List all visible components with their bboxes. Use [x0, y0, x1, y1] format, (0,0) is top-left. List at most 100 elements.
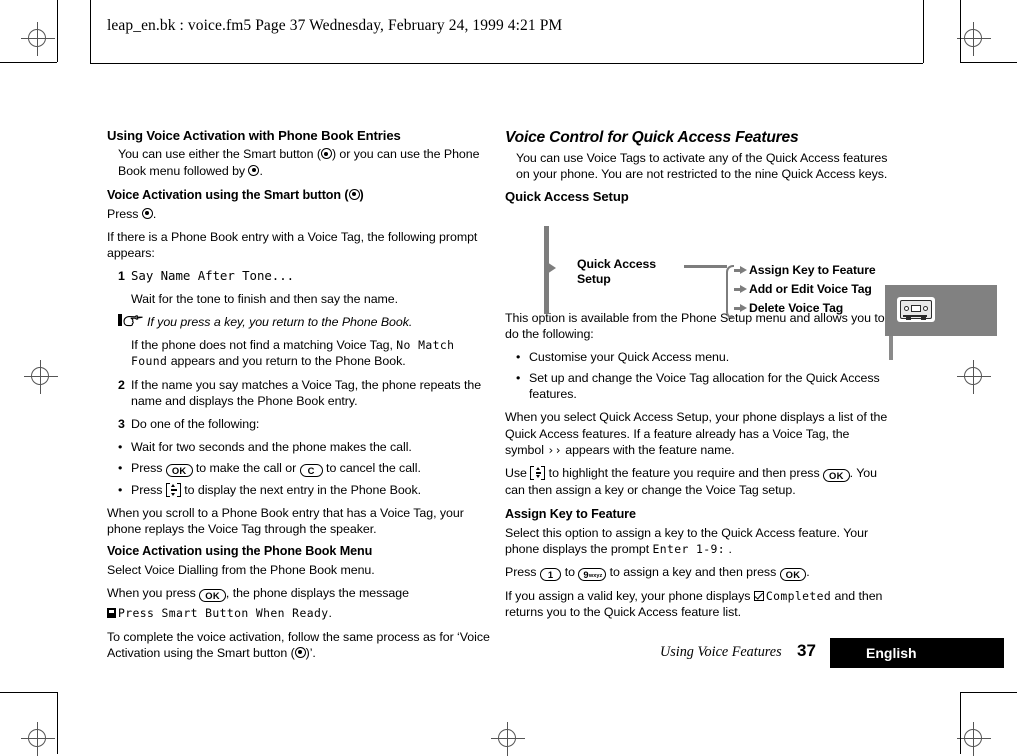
bullet-voice-tag-allocation: • Set up and change the Voice Tag alloca… [516, 370, 890, 402]
heading-using-voice-activation: Using Voice Activation with Phone Book E… [107, 128, 401, 143]
pointing-hand-icon [118, 314, 144, 327]
ok-key-icon: OK [199, 589, 226, 603]
subheading-quick-access-setup: Quick Access Setup [505, 189, 629, 205]
paragraph-intro: You can use either the Smart button () o… [118, 146, 492, 178]
scroll-key-icon [165, 483, 181, 498]
nomatch-text-2: appears and you return to the Phone Book… [167, 354, 406, 369]
bullet-dot: • [118, 461, 123, 476]
press-end: . [806, 564, 810, 579]
subheading-phone-book-menu: Voice Activation using the Phone Book Me… [107, 544, 373, 559]
bullet-dot: • [516, 371, 521, 386]
assign-text-2: . [725, 541, 732, 556]
smart-button-icon [294, 646, 306, 658]
menu-press-pre: When you press [107, 586, 200, 601]
lcd-enter-1-9: Enter 1-9: [652, 541, 726, 556]
cassette-icon-frame [897, 297, 935, 322]
quick-access-setup-diagram: Quick Access Setup Assign Key to Feature… [544, 226, 904, 322]
paragraph-voice-tags-intro: You can use Voice Tags to activate any o… [516, 151, 888, 182]
key-1-icon: 1 [539, 567, 562, 581]
registration-mark-mid-right [957, 360, 991, 394]
step-3-body: Do one of the following: [131, 416, 260, 431]
smart-button-icon [248, 164, 260, 176]
paragraph-prompt-intro: If there is a Phone Book entry with a Vo… [107, 229, 478, 260]
paragraph-use-scroll-key: Use to highlight the feature you require… [505, 465, 890, 498]
crop-line-top-right-h [960, 62, 1017, 63]
crop-line-top-left-h [0, 62, 57, 63]
crop-line-bottom-right-h [960, 692, 1017, 693]
crop-line-bottom-left-h [0, 692, 57, 693]
footer-section-title: Using Voice Features [660, 644, 782, 660]
paragraph-valid-key-completed: If you assign a valid key, your phone di… [505, 588, 890, 620]
diagram-item-delete-voice-tag: Delete Voice Tag [749, 301, 844, 315]
crop-line-right-v2 [960, 692, 961, 754]
diagram-arrow-icon [740, 304, 747, 312]
bullet-press-ok-or-c: • Press OK to make the call or C to canc… [118, 460, 492, 478]
registration-mark-bottom-right [957, 722, 991, 756]
bullet-customise-menu: • Customise your Quick Access menu. [516, 349, 890, 365]
diagram-root-line1: Quick Access [577, 257, 657, 271]
step-number: 2 [118, 377, 125, 392]
paragraph-scroll-replay: When you scroll to a Phone Book entry th… [107, 506, 464, 537]
diagram-item-assign-key: Assign Key to Feature [749, 263, 876, 277]
diagram-root-line2: Setup [577, 272, 611, 287]
menu-press-post: , the phone displays the message [225, 586, 409, 601]
diagram-root-label: Quick Access Setup [577, 257, 656, 288]
press-post: to assign a key and then press [606, 564, 780, 579]
b3-end: to display the next entry in the Phone B… [180, 483, 422, 498]
heading-voice-control: Voice Control for Quick Access Features [505, 129, 799, 146]
smart-button-icon [141, 207, 153, 219]
paragraph-press-smart: Press . [107, 206, 492, 222]
complete-text-2: )’. [305, 645, 316, 660]
paragraph-select-setup: When you select Quick Access Setup, your… [505, 409, 890, 457]
registration-mark-top-right [957, 22, 991, 56]
paragraph-complete-activation: To complete the voice activation, follow… [107, 629, 492, 661]
paragraph-no-match: If the phone does not find a matching Vo… [131, 337, 492, 369]
bullet-dot: • [516, 350, 521, 364]
bullet-text: Set up and change the Voice Tag allocati… [529, 371, 880, 402]
margin-bar-upper [889, 336, 893, 360]
diagram-connector-line [684, 265, 727, 268]
subheading-smart-close: ) [359, 187, 364, 202]
step-1: 1 Say Name After Tone... [118, 268, 492, 284]
ok-key-icon: OK [779, 567, 807, 581]
registration-mark-mid-left [24, 360, 58, 394]
subheading-smart-text: Voice Activation using the Smart button … [107, 187, 349, 202]
bullet-text: Wait for two seconds and the phone makes… [131, 439, 412, 454]
intro-text-3: . [259, 163, 263, 178]
registration-mark-bottom-center [491, 722, 525, 756]
crop-line-left-v [57, 0, 58, 62]
step-number: 1 [118, 268, 125, 283]
key-9-icon: 9wxyz [578, 567, 607, 581]
b2-mid: to make the call or [192, 461, 300, 476]
footer-language-bar [830, 638, 1004, 668]
b3-pre: Press [131, 483, 166, 498]
lcd-no-match: No Match [396, 338, 455, 353]
crop-line-right-v [960, 0, 961, 62]
header-rule-right [923, 0, 924, 63]
paragraph-select-voice-dialling: Select Voice Dialling from the Phone Boo… [107, 563, 375, 578]
diagram-spine-arrow-icon [547, 262, 556, 274]
note-text: If you press a key, you return to the Ph… [147, 315, 413, 330]
subheading-smart-button: Voice Activation using the Smart button … [107, 188, 492, 204]
smart-button-icon [320, 148, 332, 160]
diagram-brace [726, 265, 734, 319]
use-mid: to highlight the feature you require and… [545, 465, 823, 480]
step-3: 3 Do one of the following: [118, 416, 492, 432]
bullet-text: Customise your Quick Access menu. [529, 350, 730, 364]
header-bottom-rule [90, 63, 923, 64]
step-number: 3 [118, 416, 125, 431]
paragraph-assign-prompt: Select this option to assign a key to th… [505, 525, 890, 557]
c-key-icon: C [299, 464, 323, 478]
intro-text-1: You can use either the Smart button ( [118, 147, 321, 162]
file-header-text: leap_en.bk : voice.fm5 Page 37 Wednesday… [107, 17, 563, 34]
left-column: Using Voice Activation with Phone Book E… [107, 128, 492, 668]
diagram-item-add-edit-voice-tag: Add or Edit Voice Tag [749, 282, 872, 296]
press-label-end: . [152, 206, 157, 221]
header-rule-left [90, 0, 91, 63]
b2-end: to cancel the call. [322, 461, 421, 476]
press-pre: Press [505, 564, 540, 579]
lcd-found: Found [131, 354, 168, 369]
key-9-letters: wxyz [588, 572, 603, 579]
scroll-key-icon [530, 465, 546, 480]
diagram-arrow-icon [740, 285, 747, 293]
